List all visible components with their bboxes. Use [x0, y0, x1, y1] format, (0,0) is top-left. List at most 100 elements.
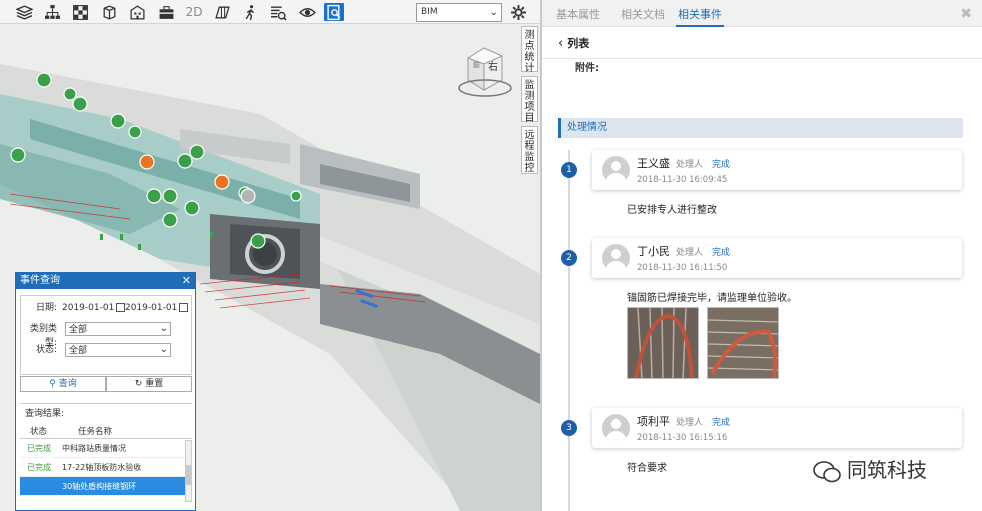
- reset-button-label: 重置: [145, 379, 164, 389]
- event-query-title: 事件查询: [20, 275, 60, 286]
- column-task: 任务名称: [78, 427, 113, 437]
- section-title: 处理情况: [558, 118, 963, 138]
- event-search-icon[interactable]: [324, 3, 344, 21]
- entry-note: 已安排专人进行整改: [627, 205, 717, 216]
- results-scrollbar[interactable]: [185, 440, 192, 502]
- list-search-icon[interactable]: [268, 3, 288, 21]
- chevron-down-icon: ⌄: [489, 7, 498, 18]
- results-label: 查询结果:: [20, 403, 192, 423]
- back-to-list[interactable]: ‹ 列表: [558, 35, 589, 51]
- scrollbar-thumb[interactable]: [186, 465, 191, 485]
- search-button[interactable]: ⚲ 查询: [20, 376, 106, 392]
- status-select[interactable]: 全部 ⌄: [65, 343, 171, 357]
- handler-status: 完成: [712, 418, 731, 428]
- avatar: [602, 156, 630, 184]
- row-status: 已完成: [27, 444, 51, 453]
- date-to-value: 2019-01-01: [125, 303, 178, 313]
- row-task: 30轴处盾构接缝钢环: [62, 482, 137, 491]
- date-label: 日期:: [35, 303, 57, 313]
- tab-point-stats[interactable]: 测点统计: [521, 26, 538, 74]
- tab-basic-properties[interactable]: 基本属性: [556, 0, 600, 27]
- watermark-text: 同筑科技: [847, 458, 927, 482]
- wechat-icon: [813, 460, 841, 482]
- tree-structure-icon[interactable]: [42, 3, 62, 21]
- handler-role: 处理人: [676, 418, 704, 428]
- checker-icon[interactable]: [70, 3, 90, 21]
- search-button-label: 查询: [58, 379, 77, 389]
- avatar: [602, 414, 630, 442]
- row-status: 已完成: [27, 463, 51, 472]
- gear-icon[interactable]: [508, 3, 528, 21]
- event-query-panel: 事件查询 ✕ 日期: 2019-01-01 2019-01-01 类别类型: 全…: [15, 272, 196, 511]
- toolbox-icon[interactable]: [156, 3, 176, 21]
- tab-remote-monitor-label: 远程监控: [524, 130, 535, 174]
- attachment-photo[interactable]: [627, 307, 699, 379]
- attachment-photo[interactable]: [707, 307, 779, 379]
- view-2d-button[interactable]: 2D: [184, 3, 204, 21]
- status-value: 全部: [69, 346, 88, 356]
- attachment-label: 附件:: [575, 63, 599, 74]
- viewer-toolbar: 2D BIM ⌄: [0, 0, 540, 24]
- building-icon[interactable]: [127, 3, 147, 21]
- calendar-icon[interactable]: [116, 303, 126, 312]
- timeline-line: [568, 150, 570, 511]
- tab-related-docs[interactable]: 相关文档: [621, 0, 665, 27]
- tab-remote-monitor[interactable]: 远程监控: [521, 126, 538, 174]
- cube-face-label-2: 前: [473, 60, 480, 69]
- date-from-field[interactable]: 2019-01-01: [62, 301, 127, 315]
- entry-note: 锚固筋已焊接完毕，请监理单位验收。: [627, 293, 797, 304]
- tab-related-events[interactable]: 相关事件: [676, 0, 724, 27]
- tab-point-stats-label: 测点统计: [524, 30, 535, 74]
- table-row[interactable]: 已完成 中科路站质量情况: [20, 439, 192, 458]
- status-label: 状态:: [35, 345, 57, 355]
- step-badge: 3: [561, 420, 577, 436]
- timeline-card: 丁小民 处理人 完成 2018-11-30 16:11:50: [592, 238, 962, 278]
- column-status: 状态: [30, 427, 48, 437]
- close-icon[interactable]: ✖: [960, 6, 972, 22]
- search-icon: ⚲: [49, 379, 59, 389]
- handler-time: 2018-11-30 16:15:16: [637, 433, 728, 443]
- watermark: 同筑科技: [813, 454, 927, 483]
- tab-monitor-items-label: 监测项目: [524, 80, 535, 124]
- handler-name: 王义盛: [637, 157, 670, 170]
- section-cut-icon[interactable]: [212, 3, 232, 21]
- handler-status: 完成: [712, 160, 731, 170]
- cube-face-label: 右: [488, 60, 498, 73]
- entry-note: 符合要求: [627, 463, 667, 474]
- handler-status: 完成: [712, 248, 731, 258]
- date-to-field[interactable]: 2019-01-01: [125, 301, 190, 315]
- chevron-left-icon: ‹: [558, 36, 564, 51]
- eye-icon[interactable]: [297, 3, 317, 21]
- row-task: 中科路站质量情况: [62, 444, 126, 453]
- handler-name: 丁小民: [637, 245, 670, 258]
- cube-icon[interactable]: [99, 3, 119, 21]
- table-row[interactable]: 已完成 17-22轴顶板防水验收: [20, 458, 192, 477]
- event-query-header: 事件查询 ✕: [16, 273, 195, 289]
- timeline-card: 项利平 处理人 完成 2018-11-30 16:15:16: [592, 408, 962, 448]
- handler-time: 2018-11-30 16:09:45: [637, 175, 728, 185]
- close-icon[interactable]: ✕: [182, 273, 191, 289]
- category-select[interactable]: 全部 ⌄: [65, 322, 171, 336]
- walk-icon[interactable]: [240, 3, 260, 21]
- category-value: 全部: [69, 325, 88, 335]
- bim-viewer[interactable]: 2D BIM ⌄ 右 前 测点统计 监测项目 远程监控 事件查询 ✕ 日期: 2…: [0, 0, 540, 511]
- table-row[interactable]: 已完成 30轴处盾构接缝钢环: [20, 477, 192, 496]
- calendar-icon[interactable]: [179, 303, 189, 312]
- results-header: 状态 任务名称: [20, 425, 192, 439]
- timeline-card: 王义盛 处理人 完成 2018-11-30 16:09:45: [592, 150, 962, 190]
- avatar: [602, 244, 630, 272]
- chevron-down-icon: ⌄: [159, 344, 168, 355]
- layers-icon[interactable]: [14, 3, 34, 21]
- step-badge: 2: [561, 250, 577, 266]
- query-form: 日期: 2019-01-01 2019-01-01 类别类型: 全部 ⌄ 状态: …: [20, 295, 192, 375]
- step-badge: 1: [561, 162, 577, 178]
- reset-button[interactable]: ↻ 重置: [106, 376, 192, 392]
- back-label: 列表: [567, 37, 590, 50]
- model-select[interactable]: BIM ⌄: [416, 3, 502, 22]
- handler-name: 项利平: [637, 415, 670, 428]
- row-task: 17-22轴顶板防水验收: [62, 463, 142, 472]
- chevron-down-icon: ⌄: [159, 323, 168, 334]
- handler-time: 2018-11-30 16:11:50: [637, 263, 728, 273]
- tab-monitor-items[interactable]: 监测项目: [521, 76, 538, 124]
- refresh-icon: ↻: [134, 379, 146, 389]
